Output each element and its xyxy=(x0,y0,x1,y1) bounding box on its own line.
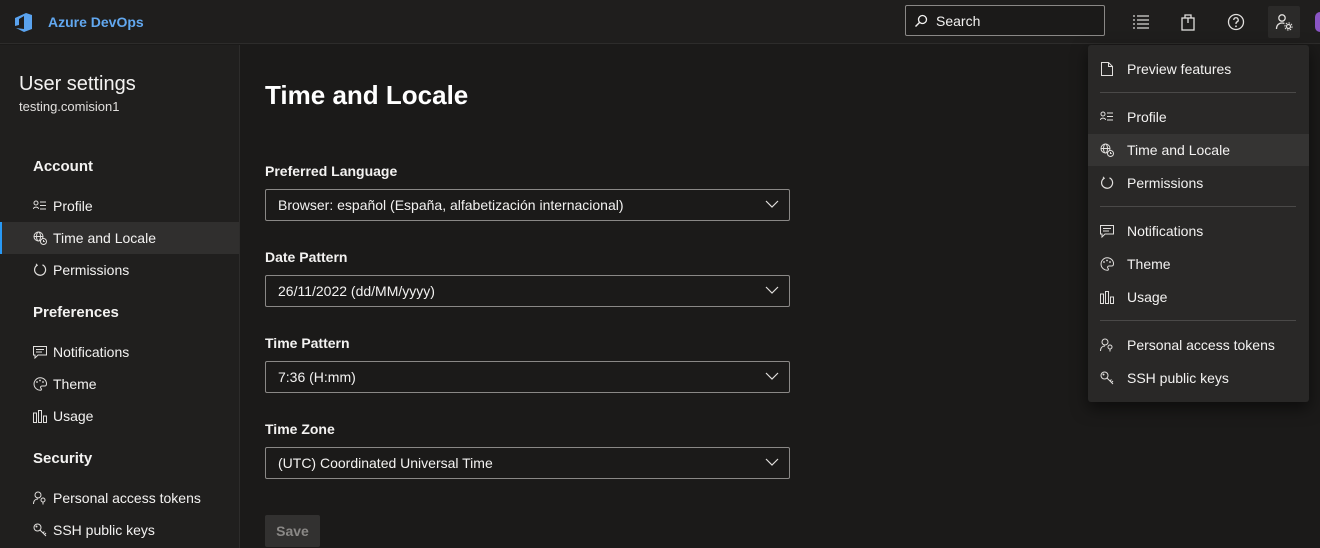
time-zone-dropdown[interactable]: (UTC) Coordinated Universal Time xyxy=(265,447,790,479)
menu-item-label: Time and Locale xyxy=(1127,142,1230,158)
notifications-icon xyxy=(33,345,47,359)
section-security: Security xyxy=(33,450,93,467)
menu-item-label: Profile xyxy=(1127,109,1167,125)
time-pattern-value: 7:36 (H:mm) xyxy=(278,369,356,385)
user-settings-icon xyxy=(1275,14,1293,31)
sidebar-item-label: Usage xyxy=(53,408,94,424)
sidebar-item-label: Notifications xyxy=(53,344,130,360)
help-button[interactable] xyxy=(1220,6,1252,38)
token-icon xyxy=(33,491,47,505)
profile-icon xyxy=(33,199,47,213)
section-account: Account xyxy=(33,158,93,175)
menu-item-label: Personal access tokens xyxy=(1127,337,1275,353)
sidebar-item-label: SSH public keys xyxy=(53,522,155,538)
theme-palette-icon xyxy=(33,377,47,391)
marketplace-button[interactable] xyxy=(1172,6,1204,38)
usage-bars-icon xyxy=(33,409,47,423)
menu-item-usage[interactable]: Usage xyxy=(1088,281,1309,313)
ssh-key-icon xyxy=(1100,371,1114,385)
language-value: Browser: español (España, alfabetización… xyxy=(278,197,624,213)
menu-item-theme[interactable]: Theme xyxy=(1088,248,1309,280)
sidebar-item-label: Theme xyxy=(53,376,97,392)
help-icon xyxy=(1227,13,1245,31)
menu-item-notifications[interactable]: Notifications xyxy=(1088,215,1309,247)
user-settings-menu: Preview features Profile Time and Locale… xyxy=(1088,45,1309,402)
sidebar-item-personal-access-tokens[interactable]: Personal access tokens xyxy=(0,482,239,514)
ssh-key-icon xyxy=(33,523,47,537)
time-zone-label: Time Zone xyxy=(265,421,335,437)
menu-item-label: Permissions xyxy=(1127,175,1204,191)
menu-item-preview-features[interactable]: Preview features xyxy=(1088,53,1309,85)
sidebar-item-profile[interactable]: Profile xyxy=(0,190,239,222)
menu-item-time-locale[interactable]: Time and Locale xyxy=(1088,134,1309,166)
sidebar-item-label: Personal access tokens xyxy=(53,490,201,506)
avatar[interactable] xyxy=(1315,12,1320,32)
sidebar-username: testing.comision1 xyxy=(19,99,120,114)
token-icon xyxy=(1100,338,1114,352)
search-box[interactable]: Search xyxy=(905,5,1105,36)
profile-icon xyxy=(1100,110,1114,124)
azure-devops-logo-icon xyxy=(15,13,32,32)
time-zone-value: (UTC) Coordinated Universal Time xyxy=(278,455,493,471)
globe-clock-icon xyxy=(1100,143,1114,157)
menu-item-label: Preview features xyxy=(1127,61,1232,77)
usage-bars-icon xyxy=(1100,290,1114,304)
chevron-down-icon xyxy=(765,458,779,466)
sidebar-item-label: Time and Locale xyxy=(53,230,156,246)
list-settings-icon xyxy=(1133,15,1149,29)
sidebar-item-permissions[interactable]: Permissions xyxy=(0,254,239,286)
date-pattern-value: 26/11/2022 (dd/MM/yyyy) xyxy=(278,283,435,299)
user-settings-button[interactable] xyxy=(1268,6,1300,38)
section-preferences: Preferences xyxy=(33,304,119,321)
settings-sidebar: User settings testing.comision1 Account … xyxy=(0,45,240,548)
time-pattern-dropdown[interactable]: 7:36 (H:mm) xyxy=(265,361,790,393)
menu-item-permissions[interactable]: Permissions xyxy=(1088,167,1309,199)
chevron-down-icon xyxy=(765,286,779,294)
menu-divider xyxy=(1100,320,1296,321)
language-label: Preferred Language xyxy=(265,163,398,179)
menu-item-personal-access-tokens[interactable]: Personal access tokens xyxy=(1088,329,1309,361)
sidebar-item-time-locale[interactable]: Time and Locale xyxy=(0,222,239,254)
menu-item-label: SSH public keys xyxy=(1127,370,1229,386)
language-dropdown[interactable]: Browser: español (España, alfabetización… xyxy=(265,189,790,221)
chevron-down-icon xyxy=(765,372,779,380)
sidebar-item-theme[interactable]: Theme xyxy=(0,368,239,400)
menu-item-label: Notifications xyxy=(1127,223,1204,239)
date-pattern-label: Date Pattern xyxy=(265,249,348,265)
menu-item-label: Usage xyxy=(1127,289,1168,305)
chevron-down-icon xyxy=(765,200,779,208)
brand[interactable]: Azure DevOps xyxy=(12,10,144,34)
menu-item-ssh-keys[interactable]: SSH public keys xyxy=(1088,362,1309,394)
list-settings-button[interactable] xyxy=(1125,6,1157,38)
sidebar-item-usage[interactable]: Usage xyxy=(0,400,239,432)
notifications-icon xyxy=(1100,224,1114,238)
search-placeholder: Search xyxy=(936,12,981,29)
time-pattern-label: Time Pattern xyxy=(265,335,350,351)
sidebar-item-label: Permissions xyxy=(53,262,130,278)
sidebar-item-ssh-keys[interactable]: SSH public keys xyxy=(0,514,239,546)
menu-divider xyxy=(1100,92,1296,93)
marketplace-bag-icon xyxy=(1181,14,1195,31)
theme-palette-icon xyxy=(1100,257,1114,271)
menu-item-label: Theme xyxy=(1127,256,1171,272)
date-pattern-dropdown[interactable]: 26/11/2022 (dd/MM/yyyy) xyxy=(265,275,790,307)
brand-name: Azure DevOps xyxy=(48,14,144,30)
globe-clock-icon xyxy=(33,231,47,245)
search-icon xyxy=(915,14,928,27)
menu-divider xyxy=(1100,206,1296,207)
page-title: Time and Locale xyxy=(265,80,469,110)
menu-item-profile[interactable]: Profile xyxy=(1088,101,1309,133)
sidebar-title: User settings xyxy=(19,73,136,95)
sidebar-item-notifications[interactable]: Notifications xyxy=(0,336,239,368)
permissions-icon xyxy=(33,263,47,277)
document-icon xyxy=(1100,62,1114,76)
save-button[interactable]: Save xyxy=(265,515,320,547)
permissions-icon xyxy=(1100,176,1114,190)
sidebar-item-label: Profile xyxy=(53,198,93,214)
top-bar: Azure DevOps Search xyxy=(0,0,1320,44)
